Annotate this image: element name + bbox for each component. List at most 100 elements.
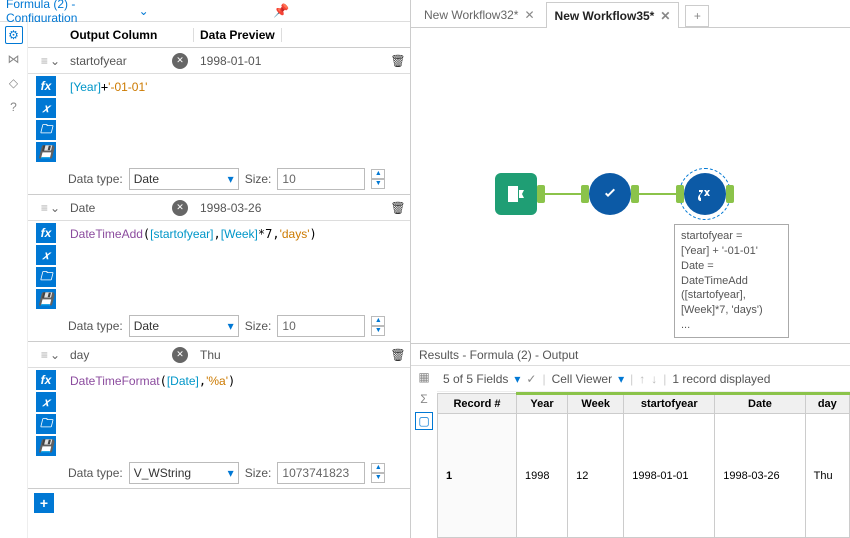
collapse-icon[interactable]: ⌄ [50,348,60,362]
close-tab-icon[interactable]: ✕ [524,8,534,22]
reorder-icon[interactable]: ≡ [41,54,48,68]
summary-icon[interactable]: Σ [415,390,433,408]
col-header-preview: Data Preview [194,28,282,42]
size-down-icon[interactable]: ▼ [371,179,385,189]
column-header[interactable]: Year [516,394,567,414]
gear-icon[interactable]: ⚙ [5,26,23,44]
grid-cell[interactable]: 1998 [516,414,567,538]
grid-cell[interactable]: 1998-03-26 [715,414,805,538]
formula-tooltip: startofyear =[Year] + '-01-01'Date =Date… [674,224,789,338]
column-header[interactable]: Date [715,394,805,414]
size-up-icon[interactable]: ▲ [371,463,385,473]
clear-icon[interactable]: ✕ [172,200,188,216]
column-header[interactable]: startofyear [624,394,715,414]
fields-dropdown-icon[interactable]: ▾ [514,372,520,386]
output-column-name[interactable]: day [70,348,89,362]
output-column-name[interactable]: startofyear [70,54,127,68]
grid-toggle-icon[interactable]: ▦ [415,368,433,386]
formula-tool[interactable] [684,173,726,215]
formula-list: Output Column Data Preview ≡ ⌄ startofye… [28,22,410,538]
trash-icon[interactable]: 🗑 [386,201,410,215]
fx-button[interactable]: fx [36,370,56,390]
data-preview-value: Thu [194,348,386,362]
folder-button[interactable]: 🗀 [36,267,56,287]
fx-button[interactable]: fx [36,76,56,96]
check-icon[interactable]: ✓ [526,372,536,386]
results-title: Results - Formula (2) - Output [411,344,850,366]
fields-count: 5 of 5 Fields [443,372,508,386]
save-button[interactable]: 💾 [36,436,56,456]
variable-button[interactable]: 𝑥 [36,392,56,412]
next-page-icon[interactable]: ↓ [651,372,657,386]
expression-editor[interactable]: DateTimeFormat([Date],'%a') [64,368,410,458]
datatype-label: Data type: [68,466,123,480]
collapse-icon[interactable]: ⌄ [50,54,60,68]
column-header[interactable]: Week [568,394,624,414]
prev-page-icon[interactable]: ↑ [639,372,645,386]
grid-cell[interactable]: 1 [438,414,517,538]
variable-button[interactable]: 𝑥 [36,98,56,118]
column-header[interactable]: day [805,394,849,414]
size-up-icon[interactable]: ▲ [371,316,385,326]
config-side-gutter: ⚙ ⋈ ◇ ? [0,22,28,538]
size-down-icon[interactable]: ▼ [371,326,385,336]
cell-viewer-label: Cell Viewer [552,372,612,386]
workflow-canvas[interactable]: startofyear =[Year] + '-01-01'Date =Date… [411,28,850,343]
clear-icon[interactable]: ✕ [172,347,188,363]
fx-button[interactable]: fx [36,223,56,243]
reorder-icon[interactable]: ≡ [41,201,48,215]
select-tool[interactable] [589,173,631,215]
size-input[interactable] [277,462,365,484]
add-formula-button[interactable]: + [34,493,54,513]
collapse-icon[interactable]: ⌄ [50,201,60,215]
workflow-tab[interactable]: New Workflow32*✕ [415,1,544,27]
new-tab-button[interactable]: + [685,5,709,27]
datatype-label: Data type: [68,319,123,333]
variable-button[interactable]: 𝑥 [36,245,56,265]
size-input[interactable] [277,168,365,190]
save-button[interactable]: 💾 [36,289,56,309]
reorder-icon[interactable]: ≡ [41,348,48,362]
datatype-select[interactable]: V_WString▾ [129,462,239,484]
datatype-select[interactable]: Date▾ [129,168,239,190]
size-down-icon[interactable]: ▼ [371,473,385,483]
col-header-output: Output Column [64,28,194,42]
expression-editor[interactable]: [Year]+'-01-01' [64,74,410,164]
folder-button[interactable]: 🗀 [36,414,56,434]
output-column-name[interactable]: Date [70,201,95,215]
size-up-icon[interactable]: ▲ [371,169,385,179]
datatype-label: Data type: [68,172,123,186]
datatype-select[interactable]: Date▾ [129,315,239,337]
collapse-panel-icon[interactable]: ⌄ [135,4,272,18]
data-preview-value: 1998-01-01 [194,54,386,68]
config-title: Formula (2) - Configuration [6,0,135,25]
size-label: Size: [245,319,272,333]
grid-cell[interactable]: Thu [805,414,849,538]
clear-icon[interactable]: ✕ [172,53,188,69]
tag-icon[interactable]: ◇ [5,74,23,92]
size-label: Size: [245,466,272,480]
save-button[interactable]: 💾 [36,142,56,162]
close-tab-icon[interactable]: ✕ [660,9,670,23]
size-input[interactable] [277,315,365,337]
trash-icon[interactable]: 🗑 [386,54,410,68]
workflow-tab[interactable]: New Workflow35*✕ [546,2,680,28]
folder-button[interactable]: 🗀 [36,120,56,140]
trash-icon[interactable]: 🗑 [386,348,410,362]
metadata-icon[interactable]: ▢ [415,412,433,430]
help-icon[interactable]: ? [5,98,23,116]
results-grid[interactable]: Record #YearWeekstartofyearDateday 11998… [437,392,850,538]
workflow-tabs: New Workflow32*✕New Workflow35*✕+ [411,0,850,28]
pin-icon[interactable]: 📌 [271,3,404,19]
grid-cell[interactable]: 1998-01-01 [624,414,715,538]
results-toolbar: 5 of 5 Fields ▾ ✓ | Cell Viewer ▾ | ↑ ↓ … [437,366,850,392]
expression-editor[interactable]: DateTimeAdd([startofyear],[Week]*7,'days… [64,221,410,311]
input-data-tool[interactable] [495,173,537,215]
cellviewer-dropdown-icon[interactable]: ▾ [618,372,624,386]
grid-cell[interactable]: 12 [568,414,624,538]
data-preview-value: 1998-03-26 [194,201,386,215]
config-panel-header: Formula (2) - Configuration ⌄ 📌 [0,0,410,22]
records-count: 1 record displayed [672,372,770,386]
link-icon[interactable]: ⋈ [5,50,23,68]
column-header[interactable]: Record # [438,394,517,414]
